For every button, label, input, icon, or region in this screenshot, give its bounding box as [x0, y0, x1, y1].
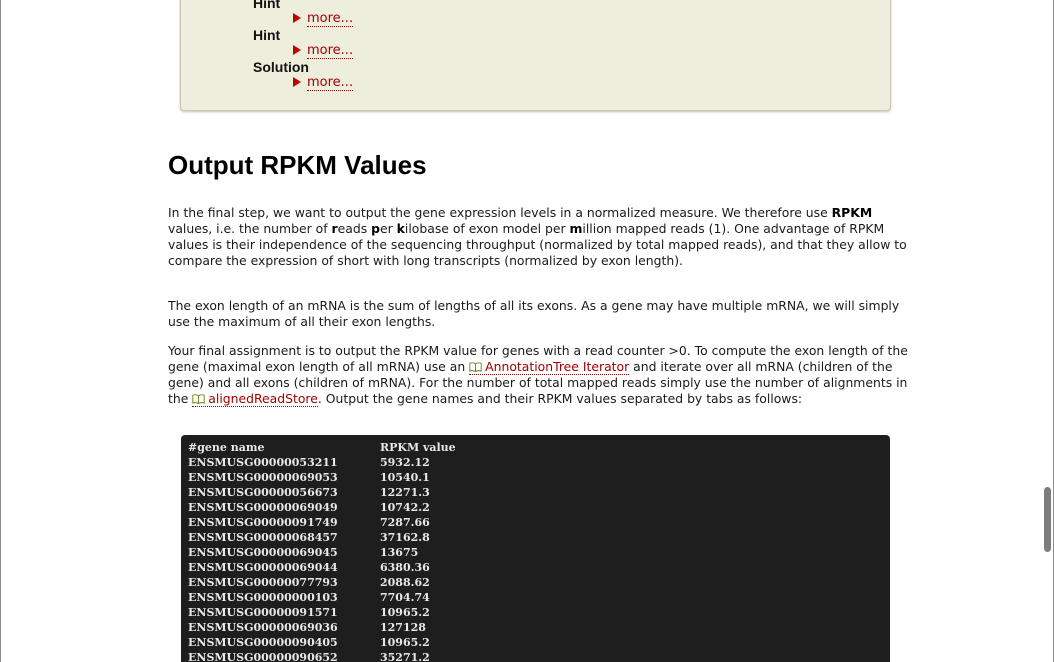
gene-name-cell: ENSMUSG00000056673	[188, 486, 338, 499]
hint-more-label: more...	[307, 11, 354, 27]
paragraph-assignment: Your final assignment is to output the R…	[168, 343, 908, 407]
rpkm-value-cell: 6380.36	[380, 561, 430, 574]
page-viewport: Hint more... Hint more... Solution more.…	[0, 0, 1054, 662]
book-icon	[192, 394, 205, 404]
rpkm-value-cell: 10742.2	[380, 501, 430, 514]
gene-name-cell: ENSMUSG00000069053	[188, 471, 338, 484]
gene-name-cell: ENSMUSG00000069044	[188, 561, 338, 574]
rpkm-value-cell: 35271.2	[380, 651, 430, 662]
section-title: Output RPKM Values	[168, 150, 427, 180]
text-run: In the final step, we want to output the…	[168, 205, 832, 220]
rpkm-value-cell: 10540.1	[380, 471, 430, 484]
text-run: er	[380, 221, 397, 236]
triangle-right-icon	[293, 45, 301, 55]
solution-more-link[interactable]: more...	[293, 75, 354, 91]
link-label: AnnotationTree Iterator	[485, 359, 630, 374]
gene-name-cell: ENSMUSG00000000103	[188, 591, 338, 604]
vertical-scrollbar[interactable]	[1041, 0, 1052, 662]
hint-more-link-1[interactable]: more...	[293, 11, 354, 27]
gene-name-cell: ENSMUSG00000090652	[188, 651, 338, 662]
rpkm-value-cell: 12271.3	[380, 486, 430, 499]
paragraph-exon-length: The exon length of an mRNA is the sum of…	[168, 298, 900, 329]
rpkm-term: RPKM	[831, 205, 873, 220]
hint-title-2: Hint	[253, 27, 281, 43]
hint-more-link-2[interactable]: more...	[293, 43, 354, 59]
rpkm-value-cell: 7287.66	[380, 516, 430, 529]
rpkm-value-cell: 10965.2	[380, 636, 430, 649]
gene-name-cell: ENSMUSG00000091571	[188, 606, 338, 619]
hint-box: Hint more... Hint more... Solution more.…	[180, 0, 891, 111]
rpkm-value-cell: 13675	[380, 546, 419, 559]
text-run: . Output the gene names and their RPKM v…	[317, 391, 803, 406]
link-label: alignedReadStore	[208, 391, 318, 406]
gene-name-cell: ENSMUSG00000069045	[188, 546, 338, 559]
hint-more-label: more...	[307, 75, 354, 91]
gene-name-cell: ENSMUSG00000069049	[188, 501, 338, 514]
gene-name-cell: ENSMUSG00000069036	[188, 621, 338, 634]
scrollbar-thumb[interactable]	[1044, 487, 1051, 552]
gene-name-cell: ENSMUSG00000053211	[188, 456, 338, 469]
gene-name-cell: ENSMUSG00000090405	[188, 636, 338, 649]
rpkm-value-cell: 5932.12	[380, 456, 430, 469]
acronym-letter-m: m	[569, 221, 583, 236]
gene-name-cell: #gene name	[188, 441, 265, 454]
triangle-right-icon	[293, 77, 301, 87]
code-output-block: #gene name RPKM value ENSMUSG00000053211 59…	[181, 435, 890, 662]
gene-name-cell: ENSMUSG00000077793	[188, 576, 338, 589]
text-run: values, i.e. the number of	[168, 221, 332, 236]
annotation-tree-iterator-link[interactable]: AnnotationTree Iterator	[469, 359, 630, 375]
triangle-right-icon	[293, 13, 301, 23]
rpkm-value-cell: 10965.2	[380, 606, 430, 619]
rpkm-value-cell: 127128	[380, 621, 426, 634]
rpkm-value-cell: 37162.8	[380, 531, 430, 544]
solution-title: Solution	[253, 59, 309, 75]
gene-name-cell: ENSMUSG00000068457	[188, 531, 338, 544]
rpkm-value-cell: RPKM value	[380, 441, 456, 454]
text-run: eads	[337, 221, 372, 236]
paragraph-rpkm-intro: In the final step, we want to output the…	[168, 205, 908, 269]
aligned-read-store-link[interactable]: alignedReadStore	[192, 391, 318, 407]
rpkm-value-cell: 7704.74	[380, 591, 430, 604]
acronym-letter-p: p	[371, 221, 380, 236]
gene-name-cell: ENSMUSG00000091749	[188, 516, 338, 529]
acronym-letter-k: k	[396, 221, 405, 236]
hint-title-1: Hint	[253, 0, 281, 11]
hint-more-label: more...	[307, 43, 354, 59]
rpkm-value-cell: 2088.62	[380, 576, 430, 589]
text-run: ilobase of exon model per	[404, 221, 570, 236]
book-icon	[469, 362, 482, 372]
